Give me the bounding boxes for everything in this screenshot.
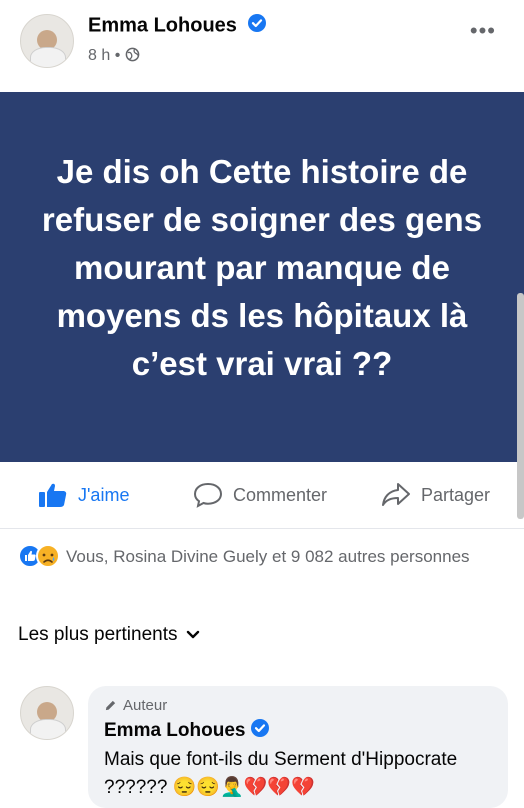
author-name[interactable]: Emma Lohoues	[88, 14, 237, 36]
comment-label: Commenter	[233, 484, 328, 505]
like-icon	[38, 482, 78, 508]
share-label: Partager	[421, 484, 491, 505]
author-avatar[interactable]	[20, 14, 74, 68]
author-tag: Auteur	[104, 697, 167, 714]
reaction-icons[interactable]	[18, 544, 64, 573]
post-header: Emma Lohoues 8 h • •••	[0, 0, 524, 92]
post-actions: J'aime Commenter Partager	[0, 462, 524, 529]
comment-button[interactable]: Commenter	[193, 482, 327, 508]
verified-icon	[248, 14, 267, 38]
author-name-row: Emma Lohoues	[88, 14, 267, 38]
post-time[interactable]: 8 h	[88, 47, 110, 64]
author-tag-label: Auteur	[123, 697, 168, 714]
share-button[interactable]: Partager	[381, 482, 490, 508]
comment-author-name[interactable]: Emma Lohoues	[104, 720, 245, 742]
sad-reaction-icon	[36, 544, 60, 568]
sort-label: Les plus pertinents	[18, 624, 178, 645]
like-button[interactable]: J'aime	[38, 482, 129, 508]
comment-bubble[interactable]: Auteur Emma Lohoues Mais que font-ils du…	[88, 686, 508, 808]
post-text: Je dis oh Cette histoire de refuser de s…	[41, 153, 483, 382]
pencil-icon	[104, 699, 117, 712]
post-meta: 8 h •	[88, 47, 140, 67]
chevron-down-icon	[186, 630, 200, 640]
meta-separator: •	[114, 47, 121, 64]
comment-text: Mais que font-ils du Serment d'Hippocrat…	[104, 749, 458, 798]
comment-sort-selector[interactable]: Les plus pertinents	[18, 624, 200, 646]
reaction-summary[interactable]: Vous, Rosina Divine Guely et 9 082 autre…	[66, 546, 486, 568]
share-icon	[381, 482, 421, 508]
globe-icon	[125, 47, 140, 67]
more-icon[interactable]: •••	[470, 18, 496, 44]
comment-icon	[193, 482, 233, 508]
verified-icon	[251, 719, 270, 743]
comment-avatar[interactable]	[20, 686, 74, 740]
like-label: J'aime	[78, 484, 130, 505]
post-content: Je dis oh Cette histoire de refuser de s…	[0, 92, 524, 462]
comment-author-row: Emma Lohoues	[104, 719, 270, 743]
